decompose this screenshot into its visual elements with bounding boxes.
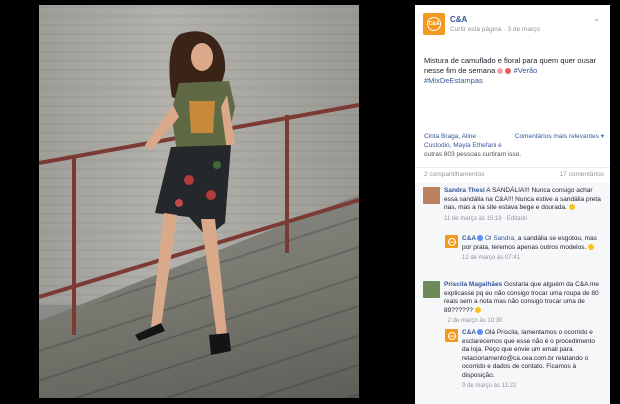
reaction-names-line3: outras 803 pessoas curtiram isso.	[424, 151, 522, 158]
post-text: Mistura de camuflado e floral para quem …	[424, 56, 604, 86]
page-avatar[interactable]: C&A	[423, 13, 445, 35]
reaction-names-line1[interactable]: Cinta Braga, Aline	[424, 132, 476, 141]
post-text-line2: nesse fim de semana	[424, 66, 496, 75]
chevron-down-icon[interactable]: ⌄	[593, 14, 600, 23]
comment-author[interactable]: Priscila Magalhães	[444, 281, 502, 288]
emoji-icon	[497, 68, 504, 75]
avatar[interactable]	[423, 281, 440, 298]
model-shoe-left	[135, 323, 165, 341]
avatar[interactable]	[423, 187, 440, 204]
post-meta: Curtir esta página · 3 de março	[450, 26, 541, 33]
comment-body: C&A Olá Priscila, lamentamos o ocorrido …	[462, 329, 602, 391]
comments-count[interactable]: 17 comentários	[560, 171, 604, 178]
reactions: Cinta Braga, Aline Comentários mais rele…	[424, 132, 604, 159]
comment-meta[interactable]: 11 de março às 15:19 · Editado	[444, 215, 604, 224]
avatar[interactable]: C&A	[445, 329, 458, 342]
comments-list: Sandra Thesi A SANDÁLIA!!! Nunca consigo…	[415, 183, 610, 404]
post-text-line1: Mistura de camuflado e floral para quem …	[424, 56, 597, 65]
comment-meta[interactable]: 9 de março às 11:22	[462, 382, 602, 391]
comment-author[interactable]: Sandra Thesi	[444, 187, 485, 194]
emoji-icon	[588, 243, 595, 250]
shirt-print	[189, 101, 215, 133]
post-panel: C&A C&A Curtir esta página · 3 de março ⌄ …	[415, 5, 610, 404]
emoji-icon	[505, 68, 512, 75]
page-name[interactable]: C&A	[450, 15, 467, 24]
post-date[interactable]: 3 de março	[507, 26, 540, 33]
post-counts: 2 compartilhamentos 17 comentários	[424, 171, 604, 178]
comment-author[interactable]: C&A	[462, 235, 476, 242]
comment-author[interactable]: C&A	[462, 329, 476, 336]
emoji-icon	[474, 306, 481, 313]
comment-body: Sandra Thesi A SANDÁLIA!!! Nunca consigo…	[444, 187, 604, 223]
model-face	[191, 43, 213, 71]
model-leg-left	[151, 213, 177, 327]
model-shoe-right	[209, 333, 231, 355]
hashtag-mixdeestampas[interactable]: #MixDeEstampas	[424, 76, 483, 85]
post-header: C&A C&A Curtir esta página · 3 de março ⌄	[415, 5, 610, 45]
comment-mention[interactable]: Ol Sandra,	[485, 235, 516, 242]
divider	[415, 167, 610, 168]
comment-meta[interactable]: 12 de março às 07:41	[462, 254, 602, 263]
verified-badge-icon	[477, 235, 484, 242]
post-photo[interactable]	[39, 5, 359, 398]
avatar[interactable]: C&A	[445, 235, 458, 248]
hashtag-verao[interactable]: #Verão	[514, 66, 538, 75]
comment-text: a sandália se esgotou, mas por prata, te…	[462, 235, 597, 251]
emoji-icon	[568, 204, 575, 211]
verified-badge-icon	[477, 329, 484, 336]
comment-body: C&A Ol Sandra, a sandália se esgotou, ma…	[462, 235, 602, 263]
model-leg-right	[201, 219, 227, 337]
comment-meta[interactable]: · 2 de março às 10:30	[444, 317, 604, 326]
ca-logo: C&A	[427, 17, 441, 31]
reaction-names-line2[interactable]: Custodio, Mayla Ethefani e	[424, 141, 604, 150]
photo-scene	[39, 31, 359, 355]
shares-count[interactable]: 2 compartilhamentos	[424, 171, 484, 178]
comment-sort-link[interactable]: Comentários mais relevantes ▾	[515, 132, 604, 141]
comment-text: Olá Priscila, lamentamos o ocorrido e es…	[462, 329, 595, 379]
comment-body: Priscila Magalhães Gostaria que alguém d…	[444, 281, 604, 326]
like-page-link[interactable]: Curtir esta página	[450, 26, 501, 33]
